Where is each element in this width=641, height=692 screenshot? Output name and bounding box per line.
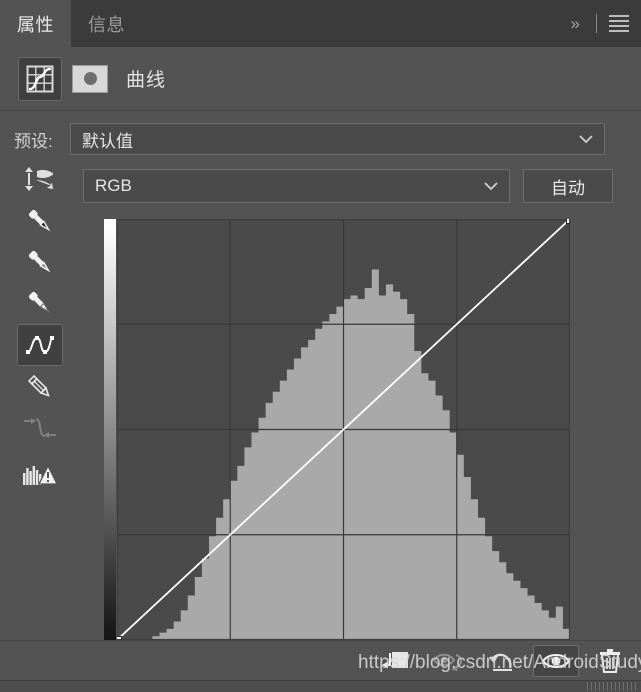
tab-properties-label: 属性 [17,14,54,35]
auto-button-label: 自动 [551,178,585,198]
curves-tool-column [0,160,80,550]
tone-curve-line[interactable] [117,219,570,640]
layer-mask-thumbnail[interactable] [72,64,108,93]
clip-to-layer-icon [382,652,408,669]
toggle-visibility-button[interactable] [533,645,579,677]
view-previous-state-button[interactable] [427,646,471,676]
delete-adjustment-button[interactable] [588,646,632,676]
clip-to-layer-button[interactable] [374,646,418,676]
smooth-curve-icon [24,417,56,438]
preset-label: 预设: [14,131,53,151]
tab-properties[interactable]: 属性 [0,0,71,47]
tab-bar-spacer [142,0,565,47]
panel-tab-bar: 属性 信息 » [0,0,641,47]
curve-grid[interactable] [117,219,570,640]
tool-pencil-draw[interactable] [18,367,62,407]
toolbar-divider [596,14,597,33]
channel-select[interactable]: RGB [83,169,510,203]
reset-arrow-icon [489,653,512,671]
curves-glyph [26,65,54,92]
tool-white-point-eyedropper[interactable] [18,283,62,323]
preset-select[interactable]: 默认值 [70,123,605,155]
tool-black-point-eyedropper[interactable] [18,201,62,241]
preset-select-value: 默认值 [82,131,133,151]
curves-adjustment-icon[interactable] [18,56,62,101]
curve-point-icon [26,336,54,354]
panel-controls: » [565,0,641,47]
on-image-adjust-icon[interactable] [18,160,62,200]
collapse-panel-icon[interactable]: » [565,14,584,34]
trash-icon [600,649,620,673]
curve-control-point-highlight[interactable] [565,219,570,224]
channel-row: RGB 自动 [0,166,641,206]
tool-curve-point[interactable] [17,324,63,366]
reset-adjustment-button[interactable] [480,646,524,676]
channel-select-value: RGB [95,176,132,195]
eye-icon [541,653,571,669]
tab-info-label: 信息 [88,14,125,35]
panel-footer [0,680,641,692]
eye-previous-state-icon [432,653,463,671]
pencil-icon [27,374,50,397]
page-title: 曲线 [126,70,167,91]
mask-dot-icon [83,72,97,85]
output-gradient-strip [104,219,116,640]
tab-info[interactable]: 信息 [71,0,142,47]
panel-bottom-toolbar [0,640,641,681]
chevron-down-icon [578,129,594,149]
histogram-warning-icon[interactable] [18,455,62,495]
properties-panel: 属性 信息 » 曲线 预设: 默认值 RGB 自动 https://blog.c… [0,0,641,692]
hamburger-menu-icon[interactable] [609,13,629,34]
auto-button[interactable]: 自动 [523,169,613,203]
adjustment-header: 曲线 [0,47,641,111]
tool-gray-point-eyedropper[interactable] [18,242,62,282]
resize-grip[interactable] [587,682,639,691]
tool-smooth-curve[interactable] [18,408,62,448]
curves-graph[interactable] [104,219,570,640]
chevron-down-icon [483,176,499,196]
preset-row: 预设: 默认值 [0,118,641,160]
